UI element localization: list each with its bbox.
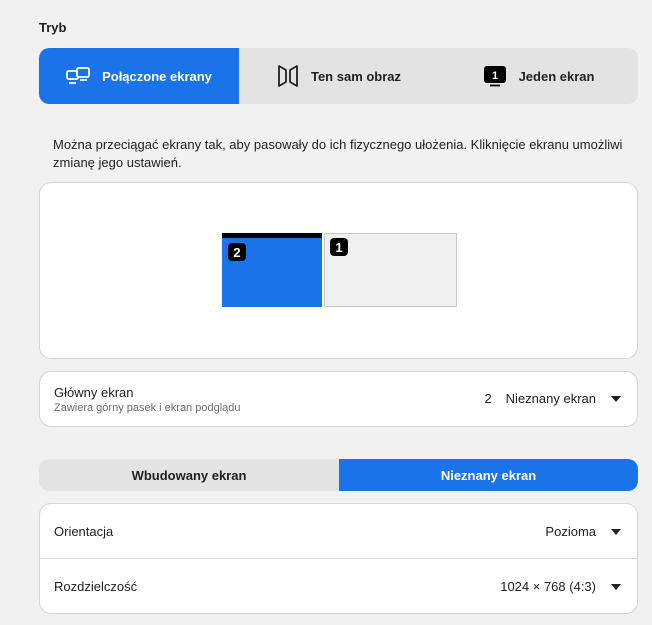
orientation-label: Orientacja	[54, 524, 114, 539]
arrangement-description: Można przeciągać ekrany tak, aby pasował…	[53, 137, 623, 170]
orientation-value: Pozioma	[545, 524, 596, 539]
resolution-dropdown[interactable]: 1024 × 768 (4:3)	[500, 579, 621, 594]
resolution-value: 1024 × 768 (4:3)	[500, 579, 596, 594]
tab-unknown-display[interactable]: Nieznany ekran	[339, 459, 638, 491]
dropdown-arrow-icon	[611, 395, 621, 402]
tab-builtin-display[interactable]: Wbudowany ekran	[39, 459, 339, 491]
display-1-badge: 1	[330, 238, 348, 256]
mode-section-title: Tryb	[39, 20, 67, 35]
mode-mirror-button[interactable]: Ten sam obraz	[239, 48, 439, 104]
display-2-thumbnail[interactable]: 2	[222, 233, 322, 307]
display-arrangement-area: 2 1	[39, 182, 638, 359]
mode-joined-label: Połączone ekrany	[102, 68, 212, 84]
display-2-badge: 2	[228, 243, 246, 261]
main-display-title: Główny ekran	[54, 385, 134, 400]
display-tabs: Wbudowany ekran Nieznany ekran	[39, 459, 638, 491]
dropdown-arrow-icon	[611, 583, 621, 590]
single-display-icon-number: 1	[492, 70, 498, 82]
resolution-row[interactable]: Rozdzielczość 1024 × 768 (4:3)	[40, 559, 637, 614]
dropdown-arrow-icon	[611, 528, 621, 535]
main-display-subtitle: Zawiera górny pasek i ekran podglądu	[54, 402, 241, 414]
mode-single-button[interactable]: 1 Jeden ekran	[439, 48, 638, 104]
mode-selector: Połączone ekrany Ten sam obraz 1 Jeden e…	[39, 48, 638, 104]
mode-joined-button[interactable]: Połączone ekrany	[39, 48, 239, 104]
main-display-number: 2	[484, 391, 492, 406]
mode-single-label: Jeden ekran	[518, 68, 595, 84]
single-display-icon: 1	[483, 65, 507, 87]
resolution-label: Rozdzielczość	[54, 579, 138, 594]
mirror-icon	[277, 64, 299, 88]
main-display-row: Główny ekran Zawiera górny pasek i ekran…	[39, 371, 638, 427]
mode-mirror-label: Ten sam obraz	[310, 68, 402, 84]
main-display-dropdown[interactable]: 2 Nieznany ekran	[484, 391, 621, 406]
display-settings-card: Orientacja Pozioma Rozdzielczość 1024 × …	[39, 503, 638, 614]
display-settings-page: Tryb Połączone ekrany Ten sam obraz 1 Je…	[0, 0, 652, 625]
display-1-thumbnail[interactable]: 1	[324, 233, 457, 307]
joined-displays-icon	[66, 67, 90, 85]
orientation-dropdown[interactable]: Pozioma	[545, 524, 621, 539]
main-display-name: Nieznany ekran	[505, 391, 596, 406]
orientation-row[interactable]: Orientacja Pozioma	[40, 504, 637, 559]
